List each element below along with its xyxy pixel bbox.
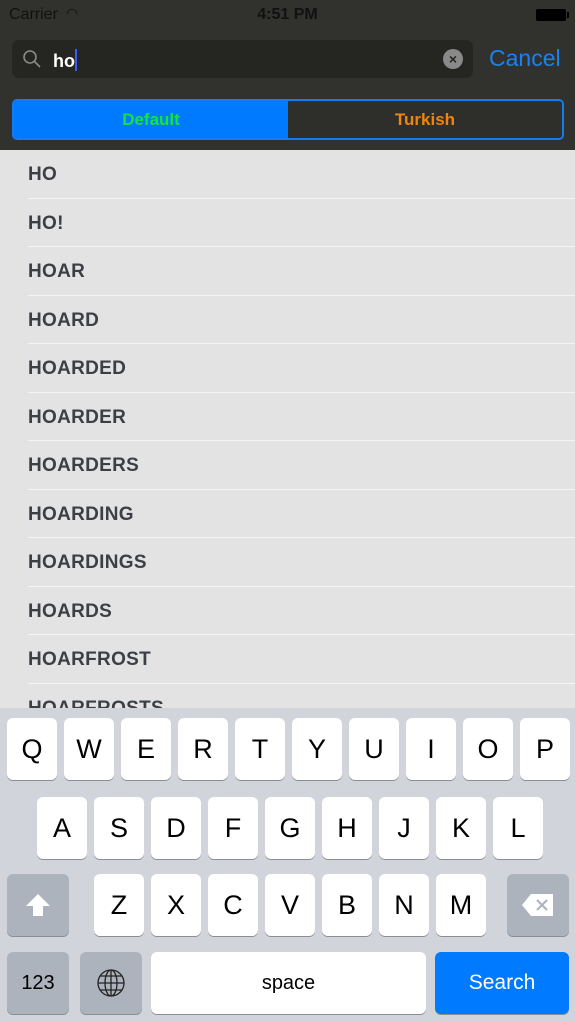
- result-item[interactable]: HOARFROST: [28, 635, 575, 684]
- text-caret: [75, 49, 77, 71]
- results-list: HO HO! HOAR HOARD HOARDED HOARDER HOARDERS HOAR…: [0, 150, 575, 708]
- key-z[interactable]: Z: [94, 874, 144, 936]
- search-key[interactable]: Search: [435, 952, 569, 1014]
- status-bar: Carrier ◠ 4:51 PM: [0, 0, 575, 30]
- result-item[interactable]: HO: [28, 150, 575, 199]
- key-u[interactable]: U: [349, 718, 399, 780]
- result-item[interactable]: HOARFROSTS: [28, 684, 575, 709]
- globe-icon: [97, 969, 125, 997]
- key-q[interactable]: Q: [7, 718, 57, 780]
- segment-default[interactable]: Default: [14, 101, 288, 138]
- key-h[interactable]: H: [322, 797, 372, 859]
- key-p[interactable]: P: [520, 718, 570, 780]
- segment-turkish[interactable]: Turkish: [288, 101, 562, 138]
- search-icon: [23, 50, 41, 68]
- result-item[interactable]: HOARDERS: [28, 441, 575, 490]
- key-c[interactable]: C: [208, 874, 258, 936]
- key-a[interactable]: A: [37, 797, 87, 859]
- battery-icon: [536, 9, 569, 21]
- search-input[interactable]: ho ×: [12, 40, 473, 78]
- result-item[interactable]: HOARDER: [28, 393, 575, 441]
- result-item[interactable]: HOARDS: [28, 587, 575, 635]
- key-d[interactable]: D: [151, 797, 201, 859]
- key-j[interactable]: J: [379, 797, 429, 859]
- key-y[interactable]: Y: [292, 718, 342, 780]
- result-item[interactable]: HOARD: [28, 296, 575, 344]
- shift-icon: [26, 894, 50, 916]
- space-key[interactable]: space: [151, 952, 426, 1014]
- key-n[interactable]: N: [379, 874, 429, 936]
- key-s[interactable]: S: [94, 797, 144, 859]
- key-o[interactable]: O: [463, 718, 513, 780]
- language-segmented-control: Default Turkish: [12, 99, 564, 140]
- numbers-key[interactable]: 123: [7, 952, 69, 1014]
- key-x[interactable]: X: [151, 874, 201, 936]
- key-e[interactable]: E: [121, 718, 171, 780]
- result-item[interactable]: HO!: [28, 199, 575, 247]
- cancel-button[interactable]: Cancel: [489, 45, 561, 72]
- key-m[interactable]: M: [436, 874, 486, 936]
- key-l[interactable]: L: [493, 797, 543, 859]
- search-query: ho: [53, 51, 75, 71]
- key-b[interactable]: B: [322, 874, 372, 936]
- shift-key[interactable]: [7, 874, 69, 936]
- key-v[interactable]: V: [265, 874, 315, 936]
- key-r[interactable]: R: [178, 718, 228, 780]
- header: Carrier ◠ 4:51 PM ho × Cancel Default Tu…: [0, 0, 575, 150]
- status-time: 4:51 PM: [257, 6, 318, 23]
- keyboard: 123 space Search QWERTYUIOP ASDFGHJKL ZXCV…: [0, 708, 575, 1021]
- clear-icon[interactable]: ×: [443, 49, 463, 69]
- result-item[interactable]: HOARDINGS: [28, 538, 575, 587]
- key-k[interactable]: K: [436, 797, 486, 859]
- delete-key[interactable]: [507, 874, 569, 936]
- key-i[interactable]: I: [406, 718, 456, 780]
- key-g[interactable]: G: [265, 797, 315, 859]
- key-f[interactable]: F: [208, 797, 258, 859]
- key-t[interactable]: T: [235, 718, 285, 780]
- result-item[interactable]: HOARDED: [28, 344, 575, 393]
- backspace-icon: [522, 894, 553, 916]
- key-w[interactable]: W: [64, 718, 114, 780]
- result-item[interactable]: HOARDING: [28, 490, 575, 538]
- result-item[interactable]: HOAR: [28, 247, 575, 296]
- globe-key[interactable]: [80, 952, 142, 1014]
